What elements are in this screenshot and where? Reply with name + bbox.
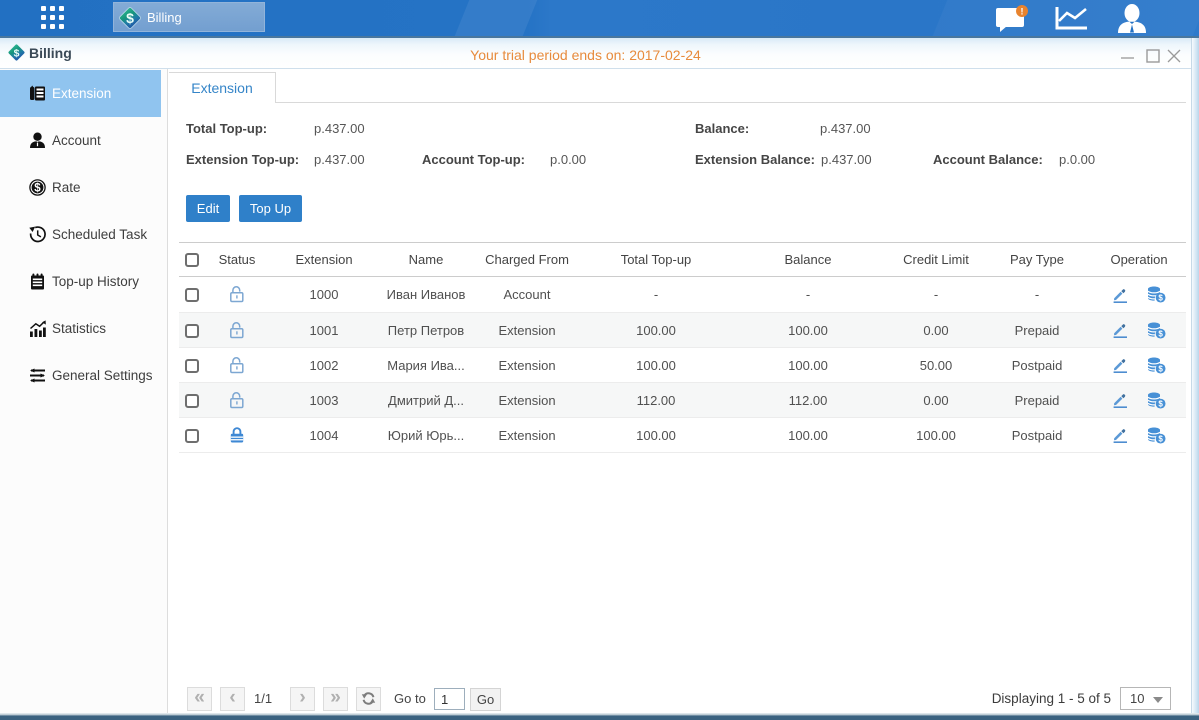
svg-text:$: $ (1158, 399, 1163, 408)
svg-text:$: $ (126, 10, 134, 26)
svg-text:!: ! (1021, 7, 1024, 17)
svg-text:$: $ (1158, 329, 1163, 338)
svg-text:$: $ (34, 183, 41, 195)
svg-text:$: $ (1158, 293, 1163, 302)
svg-text:$: $ (1158, 434, 1163, 443)
svg-text:$: $ (1158, 364, 1163, 373)
